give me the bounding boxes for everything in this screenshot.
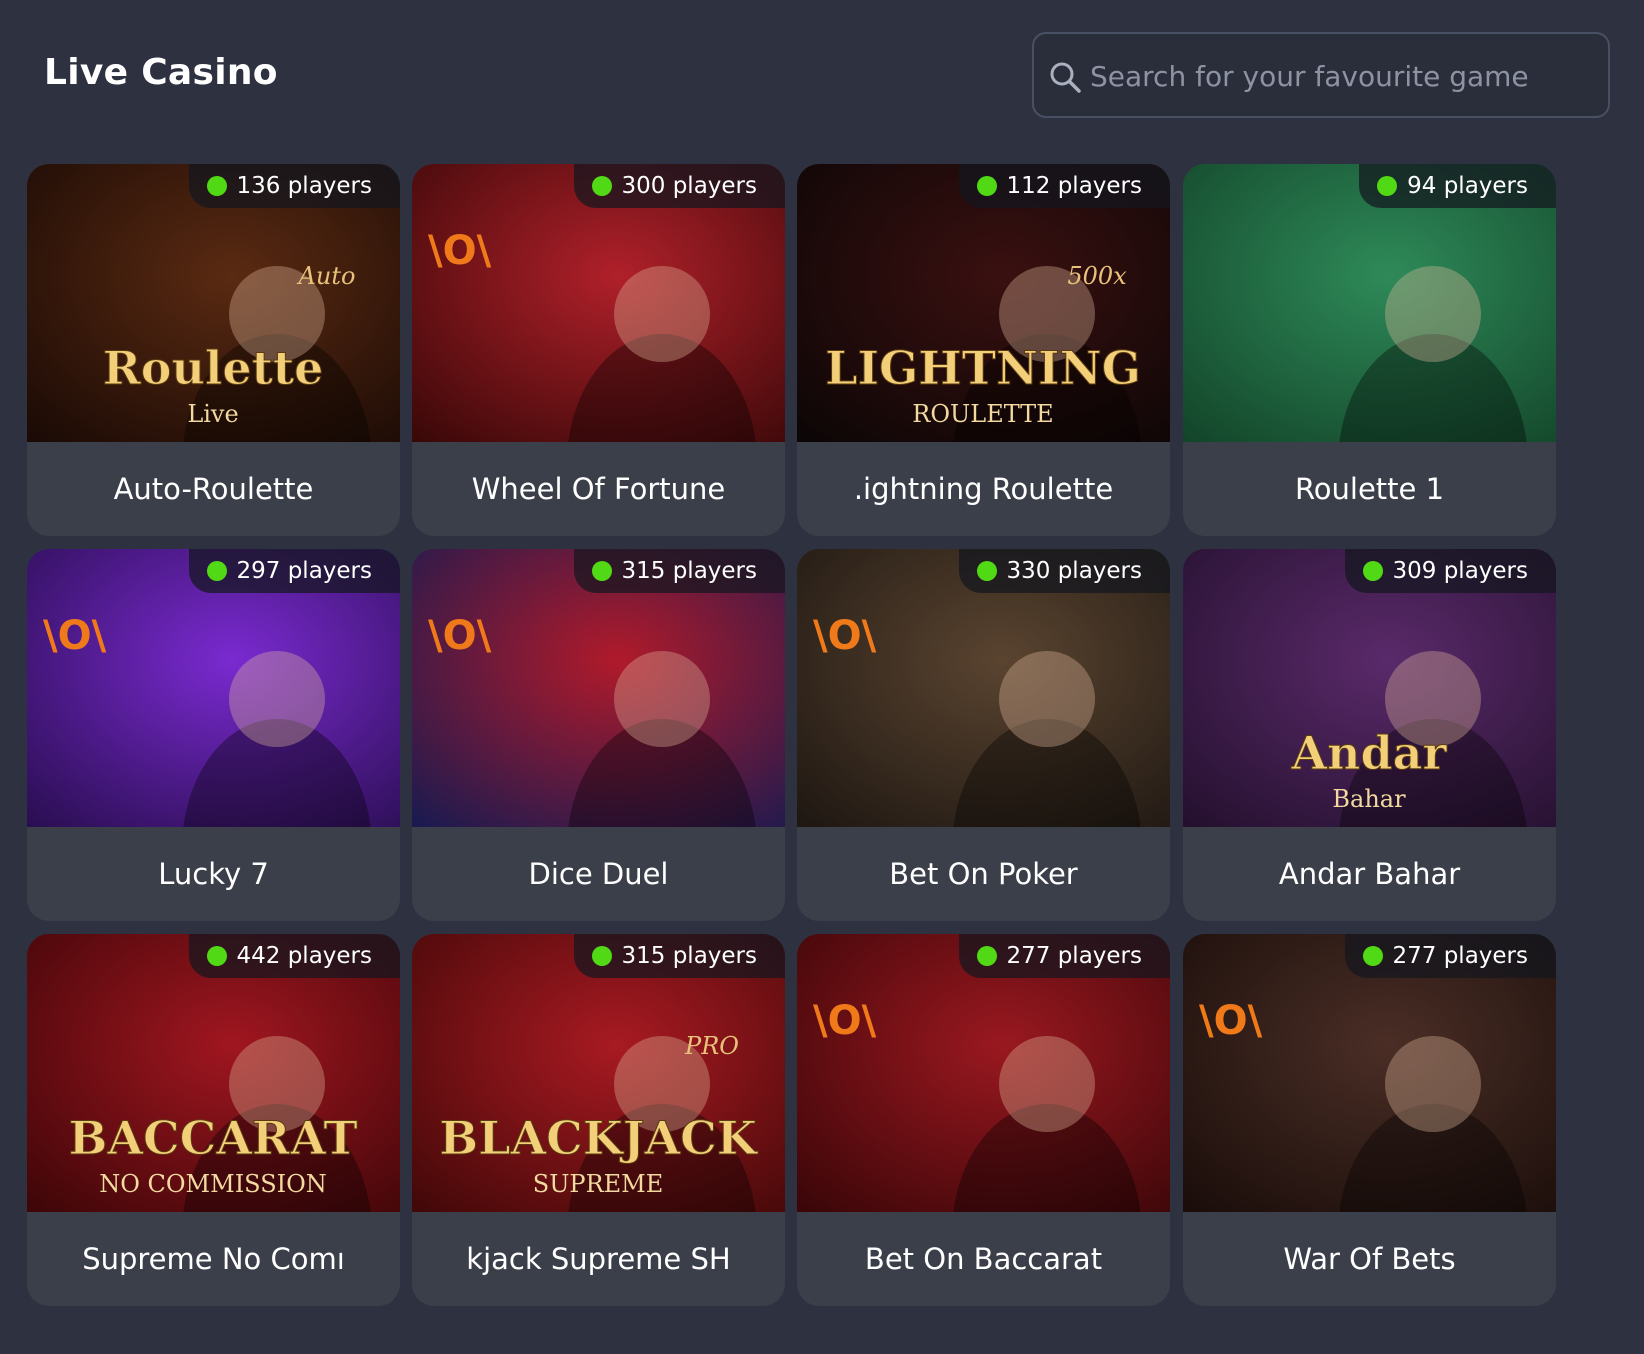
search-icon [1050, 62, 1081, 93]
art-title-text: Roulette [103, 341, 324, 395]
players-count: 94 players [1407, 173, 1528, 199]
provider-logo: \O\ [1199, 998, 1263, 1044]
game-thumbnail[interactable]: \O\ 315 players [412, 549, 785, 827]
game-thumbnail[interactable]: BACCARAT NO COMMISSION 442 players [27, 934, 400, 1212]
players-count: 442 players [236, 943, 373, 969]
provider-logo: \O\ [428, 228, 492, 274]
players-badge: 309 players [1344, 549, 1556, 593]
players-badge: 442 players [188, 934, 400, 978]
players-badge: 315 players [573, 549, 785, 593]
players-count: 300 players [621, 173, 758, 199]
players-count: 136 players [236, 173, 373, 199]
art-subtitle-text: Live [187, 400, 238, 428]
art-title-text: Andar [1290, 726, 1447, 780]
players-count: 309 players [1392, 558, 1529, 584]
players-count: 315 players [621, 558, 758, 584]
page-header: Live Casino [0, 0, 1644, 150]
provider-logo: \O\ [813, 613, 877, 659]
game-title[interactable]: .ightning Roulette [797, 442, 1170, 536]
game-card[interactable]: \O\ 315 players Dice Duel [412, 549, 785, 921]
art-subtitle-text: SUPREME [533, 1170, 664, 1198]
game-thumbnail[interactable]: 94 players [1183, 164, 1556, 442]
search-input[interactable] [1088, 52, 1592, 100]
game-card[interactable]: \O\ 330 players Bet On Poker [797, 549, 1170, 921]
art-title-text: BLACKJACK [439, 1111, 759, 1165]
game-title[interactable]: Andar Bahar [1183, 827, 1556, 921]
players-badge: 297 players [188, 549, 400, 593]
online-dot-icon [1362, 946, 1383, 966]
art-title-text: LIGHTNING [825, 341, 1141, 395]
game-thumbnail[interactable]: Auto Roulette Live 136 players [27, 164, 400, 442]
online-dot-icon [976, 176, 997, 196]
game-title[interactable]: Dice Duel [412, 827, 785, 921]
game-thumbnail[interactable]: \O\ 300 players [412, 164, 785, 442]
art-top-text: Auto [297, 262, 356, 290]
provider-logo: \O\ [428, 613, 492, 659]
online-dot-icon [976, 561, 997, 581]
game-title[interactable]: Supreme No Comı [27, 1212, 400, 1306]
art-subtitle-text: NO COMMISSION [99, 1170, 327, 1198]
players-badge: 300 players [573, 164, 785, 208]
game-title[interactable]: kjack Supreme SH [412, 1212, 785, 1306]
players-count: 330 players [1006, 558, 1143, 584]
game-card[interactable]: PRO BLACKJACK SUPREME 315 players kjack Supr… [412, 934, 785, 1306]
online-dot-icon [591, 176, 612, 196]
game-title[interactable]: Auto-Roulette [27, 442, 400, 536]
game-card[interactable]: Andar Bahar 309 players Andar Bahar [1183, 549, 1556, 921]
game-card[interactable]: 94 players Roulette 1 [1183, 164, 1556, 536]
game-title[interactable]: Lucky 7 [27, 827, 400, 921]
game-card[interactable]: \O\ 277 players War Of Bets [1183, 934, 1556, 1306]
players-count: 277 players [1392, 943, 1529, 969]
art-subtitle-text: ROULETTE [912, 400, 1053, 428]
art-top-text: 500x [1067, 262, 1127, 290]
page-title: Live Casino [44, 52, 278, 93]
game-card[interactable]: BACCARAT NO COMMISSION 442 players Supreme … [27, 934, 400, 1306]
players-badge: 277 players [1344, 934, 1556, 978]
online-dot-icon [1362, 561, 1383, 581]
game-thumbnail[interactable]: \O\ 330 players [797, 549, 1170, 827]
game-title[interactable]: Bet On Poker [797, 827, 1170, 921]
online-dot-icon [976, 946, 997, 966]
online-dot-icon [591, 561, 612, 581]
players-badge: 94 players [1359, 164, 1556, 208]
players-count: 315 players [621, 943, 758, 969]
game-thumbnail[interactable]: Andar Bahar 309 players [1183, 549, 1556, 827]
game-title[interactable]: War Of Bets [1183, 1212, 1556, 1306]
game-thumbnail[interactable]: \O\ 277 players [797, 934, 1170, 1212]
online-dot-icon [591, 946, 612, 966]
search-box[interactable] [1032, 32, 1610, 118]
players-badge: 277 players [958, 934, 1170, 978]
players-badge: 136 players [188, 164, 400, 208]
players-badge: 315 players [573, 934, 785, 978]
art-top-text: PRO [684, 1032, 739, 1060]
players-count: 297 players [236, 558, 373, 584]
game-card[interactable]: Auto Roulette Live 136 players Auto-Roulette [27, 164, 400, 536]
game-title[interactable]: Roulette 1 [1183, 442, 1556, 536]
online-dot-icon [206, 946, 227, 966]
online-dot-icon [1377, 176, 1398, 196]
game-card[interactable]: \O\ 277 players Bet On Baccarat [797, 934, 1170, 1306]
players-badge: 330 players [958, 549, 1170, 593]
game-card[interactable]: \O\ 300 players Wheel Of Fortune [412, 164, 785, 536]
online-dot-icon [206, 176, 227, 196]
game-title[interactable]: Wheel Of Fortune [412, 442, 785, 536]
art-subtitle-text: Bahar [1332, 785, 1406, 813]
game-card[interactable]: \O\ 297 players Lucky 7 [27, 549, 400, 921]
game-title[interactable]: Bet On Baccarat [797, 1212, 1170, 1306]
game-thumbnail[interactable]: \O\ 297 players [27, 549, 400, 827]
players-badge: 112 players [958, 164, 1170, 208]
provider-logo: \O\ [813, 998, 877, 1044]
game-thumbnail[interactable]: PRO BLACKJACK SUPREME 315 players [412, 934, 785, 1212]
game-thumbnail[interactable]: 500x LIGHTNING ROULETTE 112 players [797, 164, 1170, 442]
online-dot-icon [206, 561, 227, 581]
players-count: 112 players [1006, 173, 1143, 199]
players-count: 277 players [1006, 943, 1143, 969]
provider-logo: \O\ [43, 613, 107, 659]
art-title-text: BACCARAT [68, 1111, 357, 1165]
game-card[interactable]: 500x LIGHTNING ROULETTE 112 players .ightnin… [797, 164, 1170, 536]
game-thumbnail[interactable]: \O\ 277 players [1183, 934, 1556, 1212]
